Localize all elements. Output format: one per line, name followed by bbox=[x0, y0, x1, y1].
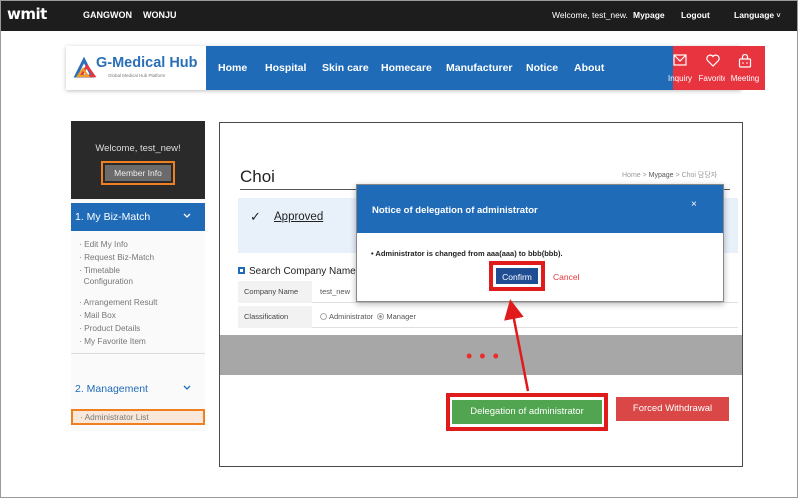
nav-home[interactable]: Home bbox=[218, 62, 247, 74]
brand-logo[interactable]: G-Medical Hub Global Medical Hub Platfor… bbox=[66, 46, 206, 90]
nav-menu: Home Hospital Skin care Homecare Manufac… bbox=[206, 46, 673, 90]
breadcrumb-mypage[interactable]: Mypage bbox=[649, 172, 674, 179]
ellipsis-indicator: • • • bbox=[466, 346, 500, 366]
classification-row: Classification Administrator Manager bbox=[238, 306, 738, 328]
sidebar-link-favorite-item[interactable]: · My Favorite Item bbox=[79, 336, 146, 347]
sidebar-link-edit-info[interactable]: · Edit My Info bbox=[79, 239, 128, 250]
logout-link[interactable]: Logout bbox=[681, 10, 710, 20]
search-company-title: Search Company Name bbox=[249, 266, 356, 277]
modal-message: • Administrator is changed from aaa(aaa)… bbox=[371, 249, 563, 258]
nav-notice[interactable]: Notice bbox=[526, 62, 558, 74]
nav-manufacturer[interactable]: Manufacturer bbox=[446, 62, 513, 74]
check-icon: ✓ bbox=[250, 209, 261, 224]
cancel-button[interactable]: Cancel bbox=[553, 272, 579, 282]
brand-name: G-Medical Hub bbox=[96, 55, 198, 71]
approved-label: Approved bbox=[274, 211, 324, 223]
sidebar: Welcome, test_new! Member Info 1. My Biz… bbox=[71, 121, 205, 431]
meeting-label: Meeting bbox=[730, 74, 760, 83]
forced-withdrawal-button[interactable]: Forced Withdrawal bbox=[616, 397, 729, 421]
meeting-icon bbox=[738, 54, 752, 68]
nav-about[interactable]: About bbox=[574, 62, 604, 74]
modal-title: Notice of delegation of administrator bbox=[372, 205, 538, 216]
breadcrumb-current: Choi 담당자 bbox=[681, 172, 718, 179]
main-navigation: G-Medical Hub Global Medical Hub Platfor… bbox=[66, 46, 741, 90]
nav-icon-bar: Inquiry Favorite Meeting bbox=[668, 46, 765, 90]
company-name-value: test_new bbox=[320, 287, 351, 296]
breadcrumb-home[interactable]: Home bbox=[622, 172, 641, 179]
delegation-highlight-box: Delegation of administrator bbox=[446, 393, 608, 431]
sidebar-link-mail-box[interactable]: · Mail Box bbox=[79, 310, 116, 321]
administrator-radio[interactable] bbox=[320, 313, 327, 320]
language-label: Language bbox=[734, 10, 775, 20]
language-dropdown[interactable]: Language ˅ bbox=[734, 10, 781, 20]
region-gangwon[interactable]: GANGWON bbox=[83, 10, 132, 20]
member-info-button[interactable]: Member Info bbox=[105, 165, 171, 181]
classification-label: Classification bbox=[238, 306, 312, 328]
inquiry-button[interactable]: Inquiry bbox=[662, 46, 698, 90]
wmit-logo-text: wmit bbox=[7, 5, 47, 23]
modal-header: Notice of delegation of administrator × bbox=[357, 185, 723, 233]
sidebar-link-arrangement-result[interactable]: · Arrangement Result bbox=[79, 297, 157, 308]
screenshot-frame: wmit GANGWON WONJU Welcome, test_new. My… bbox=[0, 0, 798, 498]
breadcrumb: Home > Mypage > Choi 담당자 bbox=[622, 172, 718, 179]
delegation-of-administrator-button[interactable]: Delegation of administrator bbox=[452, 400, 602, 424]
section-biz-match-label: 1. My Biz-Match bbox=[75, 211, 151, 223]
mail-icon bbox=[673, 54, 687, 66]
company-name-label: Company Name bbox=[238, 281, 312, 303]
heart-icon bbox=[706, 54, 720, 67]
square-bullet-icon bbox=[238, 267, 245, 274]
wmit-logo[interactable]: wmit bbox=[7, 5, 47, 23]
mypage-link[interactable]: Mypage bbox=[633, 10, 665, 20]
sidebar-section-management[interactable]: 2. Management bbox=[71, 377, 205, 405]
sidebar-link-timetable[interactable]: · Timetable Configuration bbox=[79, 265, 133, 287]
sidebar-welcome-box: Welcome, test_new! Member Info bbox=[71, 121, 205, 199]
delegation-notice-modal: Notice of delegation of administrator × … bbox=[356, 184, 724, 302]
sidebar-section-biz-match[interactable]: 1. My Biz-Match bbox=[71, 203, 205, 231]
close-icon[interactable]: × bbox=[691, 199, 697, 210]
classification-options: Administrator Manager bbox=[320, 312, 416, 321]
brand-mark-icon bbox=[73, 56, 97, 78]
chevron-down-icon bbox=[183, 213, 191, 218]
meeting-button[interactable]: Meeting bbox=[725, 46, 765, 90]
region-wonju[interactable]: WONJU bbox=[143, 10, 177, 20]
section-management-label: 2. Management bbox=[75, 383, 148, 395]
confirm-button[interactable]: Confirm bbox=[495, 267, 539, 285]
manager-radio[interactable] bbox=[377, 313, 385, 320]
search-company-heading: Search Company Name bbox=[238, 266, 356, 277]
nav-skin-care[interactable]: Skin care bbox=[322, 62, 369, 74]
brand-tagline: Global Medical Hub Platform bbox=[108, 73, 166, 78]
sidebar-welcome-text: Welcome, test_new! bbox=[95, 143, 181, 154]
welcome-text: Welcome, test_new. bbox=[552, 10, 628, 20]
page-title: Choi bbox=[240, 167, 275, 186]
member-info-highlight: Member Info bbox=[101, 161, 175, 185]
nav-hospital[interactable]: Hospital bbox=[265, 62, 306, 74]
nav-homecare[interactable]: Homecare bbox=[381, 62, 432, 74]
chevron-down-icon bbox=[183, 385, 191, 390]
chevron-down-icon: ˅ bbox=[776, 13, 781, 20]
confirm-highlight-box: Confirm bbox=[489, 261, 545, 291]
sidebar-link-administrator-list[interactable]: · Administrator List bbox=[71, 409, 205, 425]
sidebar-link-request-biz-match[interactable]: · Request Biz-Match bbox=[79, 252, 154, 263]
sidebar-divider bbox=[71, 353, 205, 354]
sidebar-link-product-details[interactable]: · Product Details bbox=[79, 323, 140, 334]
top-bar: wmit GANGWON WONJU Welcome, test_new. My… bbox=[1, 1, 797, 31]
manager-option-label: Manager bbox=[386, 312, 416, 321]
inquiry-label: Inquiry bbox=[667, 74, 692, 83]
administrator-option-label: Administrator bbox=[329, 312, 374, 321]
